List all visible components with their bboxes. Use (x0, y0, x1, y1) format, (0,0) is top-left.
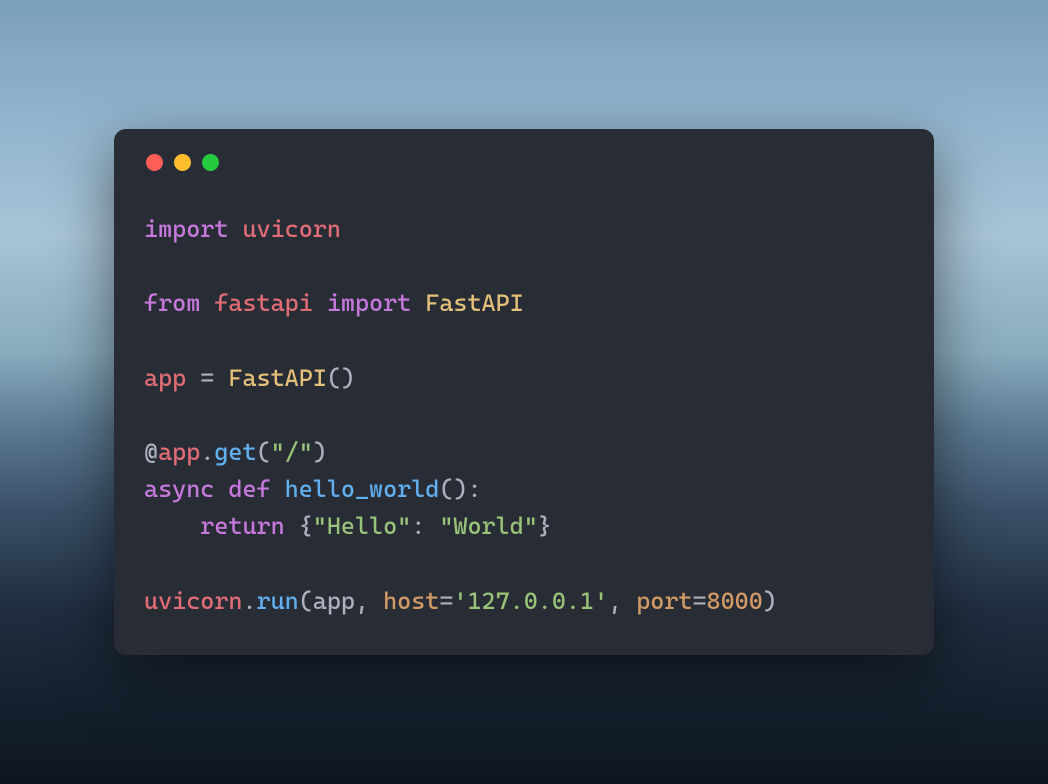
code-token: host (383, 587, 439, 615)
code-token: { (299, 512, 313, 540)
code-token: def (228, 475, 270, 503)
code-token: "World" (439, 512, 537, 540)
code-token: "/" (271, 438, 313, 466)
code-token (214, 364, 228, 392)
minimize-icon[interactable] (174, 154, 191, 171)
code-token (271, 475, 285, 503)
code-token: fastapi (214, 289, 312, 317)
code-token: = (439, 587, 453, 615)
code-line: return {"Hello": "World"} (144, 508, 904, 545)
traffic-lights (146, 154, 904, 171)
code-token: ) (313, 438, 327, 466)
code-token (285, 512, 299, 540)
code-token: : (411, 512, 439, 540)
code-token: uvicorn (144, 587, 242, 615)
code-token: ( (299, 587, 313, 615)
code-token: } (538, 512, 552, 540)
code-token: ( (257, 438, 271, 466)
close-icon[interactable] (146, 154, 163, 171)
code-token: . (242, 587, 256, 615)
code-token: FastAPI (425, 289, 523, 317)
code-token: run (257, 587, 299, 615)
code-token: app (144, 364, 186, 392)
code-token (313, 289, 327, 317)
code-line: uvicorn.run(app, host='127.0.0.1', port=… (144, 583, 904, 620)
code-token (186, 364, 200, 392)
code-token (228, 215, 242, 243)
code-token (411, 289, 425, 317)
code-token: app, (313, 587, 383, 615)
code-token: get (214, 438, 256, 466)
code-token: ) (763, 587, 777, 615)
code-token (200, 289, 214, 317)
code-editor[interactable]: import uvicorn from fastapi import FastA… (144, 211, 904, 620)
code-token: from (144, 289, 200, 317)
code-line: async def hello_world(): (144, 471, 904, 508)
code-line: app = FastAPI() (144, 360, 904, 397)
code-token: import (327, 289, 411, 317)
code-line: @app.get("/") (144, 434, 904, 471)
code-token: . (200, 438, 214, 466)
code-token: async (144, 475, 214, 503)
code-line: from fastapi import FastAPI (144, 285, 904, 322)
code-line (144, 397, 904, 434)
code-token: , (608, 587, 636, 615)
code-token: 8000 (707, 587, 763, 615)
code-line (144, 323, 904, 360)
code-token: port (636, 587, 692, 615)
code-token: = (692, 587, 706, 615)
code-token: () (327, 364, 355, 392)
code-line (144, 546, 904, 583)
code-window: import uvicorn from fastapi import FastA… (114, 129, 934, 655)
code-token (214, 475, 228, 503)
maximize-icon[interactable] (202, 154, 219, 171)
code-token: = (200, 364, 214, 392)
code-line: import uvicorn (144, 211, 904, 248)
code-token: return (200, 512, 284, 540)
code-token: hello_world (285, 475, 440, 503)
code-token: uvicorn (242, 215, 340, 243)
code-token (144, 512, 200, 540)
code-token: "Hello" (313, 512, 411, 540)
code-token: app (158, 438, 200, 466)
code-token: (): (439, 475, 481, 503)
code-token: @ (144, 438, 158, 466)
code-token: '127.0.0.1' (453, 587, 608, 615)
code-token: FastAPI (228, 364, 326, 392)
code-token: import (144, 215, 228, 243)
code-line (144, 248, 904, 285)
